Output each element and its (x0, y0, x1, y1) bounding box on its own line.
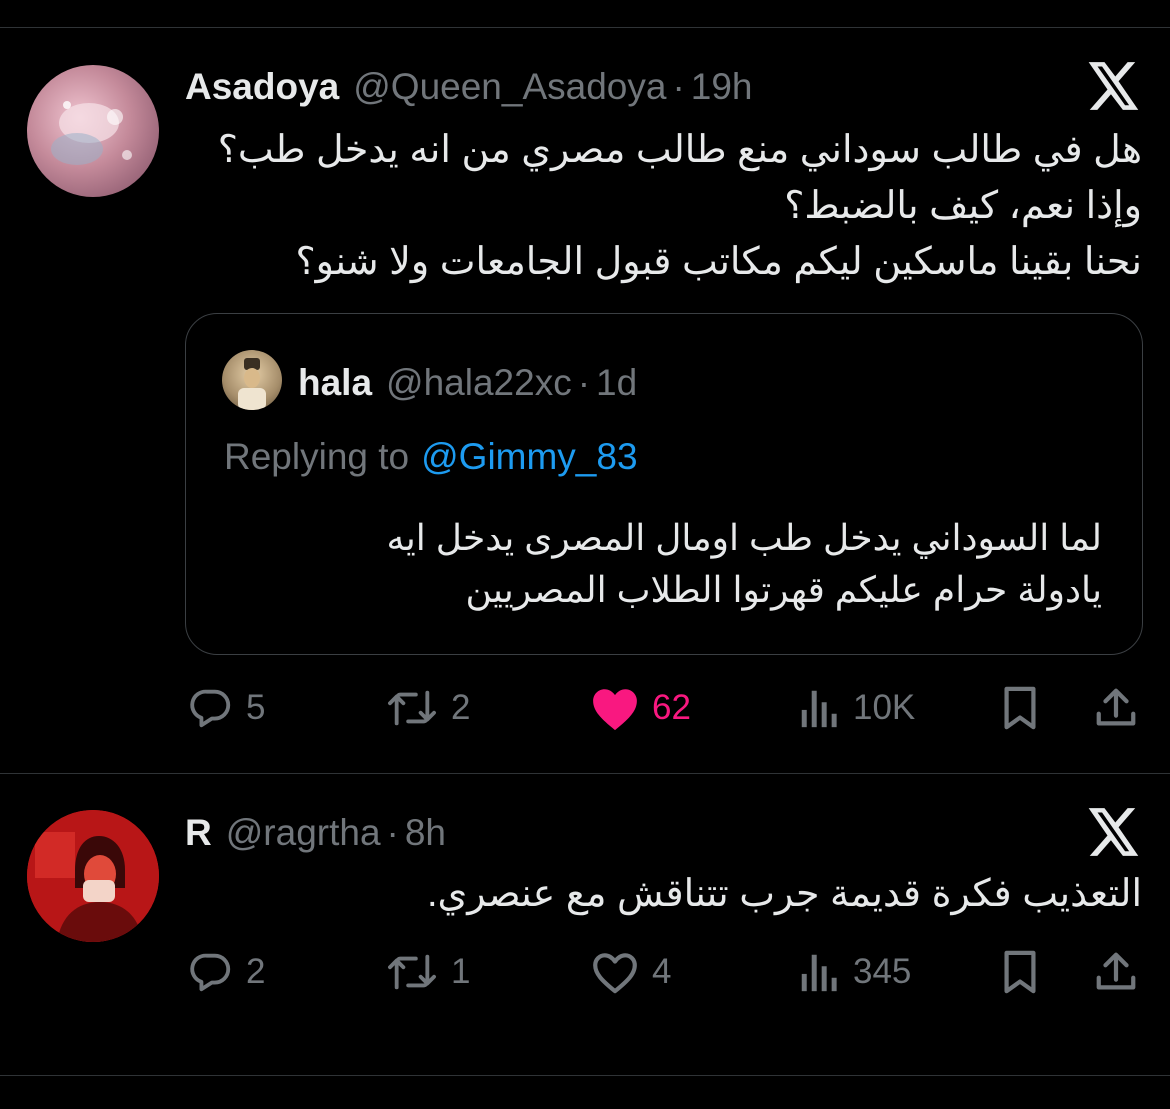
quote-display-name[interactable]: hala (298, 362, 372, 404)
separator-dot: · (386, 812, 399, 853)
x-logo-icon[interactable] (1088, 808, 1140, 856)
replying-to-line: Replying to @Gimmy_83 (224, 436, 638, 478)
repost-icon (388, 954, 436, 990)
views-icon (801, 954, 837, 992)
quoted-tweet[interactable]: hala @hala22xc · 1d Replying to @Gimmy_8… (185, 313, 1143, 655)
bookmark-button[interactable] (998, 685, 1042, 731)
like-icon (593, 689, 637, 731)
quote-avatar-image (238, 358, 266, 410)
repost-button[interactable]: 1 (385, 949, 470, 995)
repost-icon (388, 690, 436, 726)
tweet-asadoya[interactable]: Asadoya @Queen_Asadoya · 19h هل في طالب … (0, 0, 1170, 772)
timestamp[interactable]: 19h (691, 66, 753, 108)
quote-avatar[interactable] (222, 350, 282, 410)
views-icon (801, 690, 837, 728)
views-button[interactable]: 345 (797, 949, 911, 995)
display-name[interactable]: R (185, 812, 212, 854)
x-logo-icon[interactable] (1088, 62, 1140, 110)
quote-username[interactable]: @hala22xc (386, 362, 572, 404)
quote-separator-dot: · (577, 362, 591, 403)
username[interactable]: @ragrtha (226, 812, 381, 854)
tweet-header: R @ragrtha · 8h (185, 812, 446, 854)
separator-dot: · (672, 66, 685, 107)
tweet-text: التعذيب فكرة قديمة جرب تتناقش مع عنصري. (426, 873, 1142, 915)
share-icon (1096, 952, 1136, 990)
quote-text: لما السوداني يدخل طب اومال المصرى يدخل ا… (386, 517, 1102, 610)
avatar-image (27, 810, 159, 942)
display-name[interactable]: Asadoya (185, 66, 339, 108)
reply-icon (190, 953, 231, 992)
reply-count: 5 (246, 688, 266, 727)
views-count: 10K (853, 688, 916, 727)
reply-icon (190, 689, 231, 728)
bookmark-button[interactable] (998, 949, 1042, 995)
like-count: 4 (652, 952, 672, 991)
reply-count: 2 (246, 952, 266, 991)
repost-count: 1 (451, 952, 471, 991)
repost-button[interactable]: 2 (385, 685, 470, 731)
bookmark-icon (1004, 686, 1036, 730)
bookmark-icon (1004, 950, 1036, 994)
repost-count: 2 (451, 688, 471, 727)
avatar[interactable] (27, 65, 159, 197)
like-button[interactable]: 4 (590, 949, 671, 995)
quote-timestamp[interactable]: 1d (596, 362, 637, 404)
reply-button[interactable]: 5 (188, 685, 265, 731)
bottom-divider (0, 1075, 1170, 1076)
username[interactable]: @Queen_Asadoya (353, 66, 666, 108)
share-button[interactable] (1093, 685, 1139, 731)
share-icon (1096, 688, 1136, 726)
timestamp[interactable]: 8h (405, 812, 446, 854)
views-button[interactable]: 10K (797, 685, 915, 731)
tweet-r[interactable]: R @ragrtha · 8h التعذيب فكرة قديمة جرب ت… (0, 774, 1170, 1074)
quote-header: hala @hala22xc · 1d (298, 362, 637, 404)
tweet-text: هل في طالب سوداني منع طالب مصري من انه ي… (217, 129, 1142, 283)
like-button[interactable]: 62 (590, 685, 691, 731)
reply-button[interactable]: 2 (188, 949, 265, 995)
avatar[interactable] (27, 810, 159, 942)
replying-to-label: Replying to (224, 436, 410, 477)
like-icon (593, 953, 637, 994)
like-count: 62 (652, 688, 691, 727)
replying-to-mention[interactable]: @Gimmy_83 (421, 436, 637, 478)
share-button[interactable] (1093, 949, 1139, 995)
views-count: 345 (853, 952, 912, 991)
avatar-image (51, 101, 132, 165)
tweet-header: Asadoya @Queen_Asadoya · 19h (185, 66, 753, 108)
